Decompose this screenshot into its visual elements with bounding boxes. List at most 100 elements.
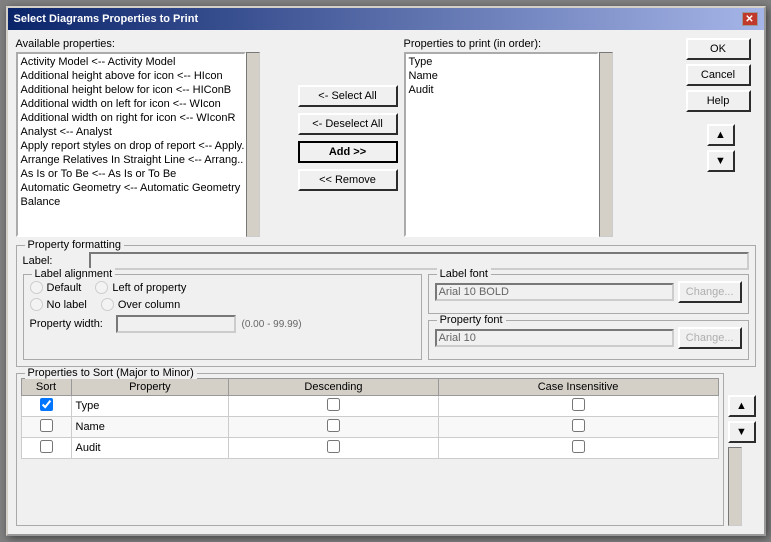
over-column-radio[interactable] — [101, 298, 114, 311]
list-item[interactable]: Automatic Geometry <-- Automatic Geometr… — [19, 181, 243, 195]
property-width-hint: (0.00 - 99.99) — [242, 319, 302, 330]
property-width-label: Property width: — [30, 318, 110, 330]
ok-cancel-section: OK Cancel Help — [686, 38, 756, 112]
close-button[interactable]: ✕ — [742, 12, 758, 26]
descending-checkbox-name[interactable] — [327, 419, 340, 432]
available-properties-listbox[interactable]: Activity Model <-- Activity Model Additi… — [16, 52, 246, 237]
sort-checkbox-name[interactable] — [40, 419, 53, 432]
ok-button[interactable]: OK — [686, 38, 751, 60]
property-font-change-button[interactable]: Change... — [678, 327, 742, 349]
property-font-label: Property font — [437, 314, 506, 326]
property-font-group: Property font Arial 10 Change... — [428, 320, 749, 360]
label-alignment-group: Label alignment Default Left of property… — [23, 274, 422, 360]
property-formatting-label: Property formatting — [25, 239, 125, 251]
title-bar: Select Diagrams Properties to Print ✕ — [8, 8, 764, 30]
remove-button[interactable]: << Remove — [298, 169, 398, 191]
table-row: Type — [21, 396, 718, 417]
label-font-change-button[interactable]: Change... — [678, 281, 742, 303]
dialog-title: Select Diagrams Properties to Print — [14, 13, 199, 25]
available-list-scrollbar[interactable] — [246, 52, 260, 237]
sort-arrow-panel: ▲ ▼ — [728, 373, 756, 526]
list-item[interactable]: Additional width on left for icon <-- WI… — [19, 97, 243, 111]
case-insensitive-checkbox-type[interactable] — [572, 398, 585, 411]
arrow-buttons: ▲ ▼ — [686, 124, 756, 172]
label-font-group: Label font Arial 10 BOLD Change... — [428, 274, 749, 314]
default-radio-label: Default — [47, 282, 82, 294]
down-arrow-button[interactable]: ▼ — [707, 150, 735, 172]
sub-sections: Label alignment Default Left of property… — [23, 274, 749, 360]
list-item[interactable]: As Is or To Be <-- As Is or To Be — [19, 167, 243, 181]
property-name: Name — [71, 417, 229, 438]
list-item[interactable]: Balance — [19, 195, 243, 209]
properties-to-print-panel: Properties to print (in order): Type Nam… — [404, 38, 680, 237]
print-list-scrollbar[interactable] — [599, 52, 613, 237]
property-width-input[interactable] — [116, 315, 236, 333]
descending-checkbox-type[interactable] — [327, 398, 340, 411]
left-of-property-label: Left of property — [112, 282, 186, 294]
up-arrow-button[interactable]: ▲ — [707, 124, 735, 146]
sort-col-property: Property — [71, 379, 229, 396]
sort-table: Sort Property Descending Case Insensitiv… — [21, 378, 719, 459]
table-row: Audit — [21, 438, 718, 459]
font-groups: Label font Arial 10 BOLD Change... Prope… — [428, 274, 749, 360]
list-item[interactable]: Additional height below for icon <-- HIC… — [19, 83, 243, 97]
sort-down-button[interactable]: ▼ — [728, 421, 756, 443]
property-type: Type — [71, 396, 229, 417]
right-action-panel: OK Cancel Help ▲ ▼ — [686, 38, 756, 237]
add-button[interactable]: Add >> — [298, 141, 398, 163]
top-main: Available properties: Activity Model <--… — [16, 38, 680, 237]
property-formatting-group: Property formatting Label: Label alignme… — [16, 245, 756, 367]
table-row: Name — [21, 417, 718, 438]
middle-buttons: <- Select All <- Deselect All Add >> << … — [298, 38, 398, 237]
sort-col-descending: Descending — [229, 379, 438, 396]
over-column-label: Over column — [118, 299, 180, 311]
top-row: Available properties: Activity Model <--… — [16, 38, 756, 237]
list-item[interactable]: Arrange Relatives In Straight Line <-- A… — [19, 153, 243, 167]
available-properties-panel: Available properties: Activity Model <--… — [16, 38, 292, 237]
property-width-row: Property width: (0.00 - 99.99) — [30, 315, 415, 333]
sort-col-case-insensitive: Case Insensitive — [438, 379, 718, 396]
no-label-radio[interactable] — [30, 298, 43, 311]
left-of-property-radio[interactable] — [95, 281, 108, 294]
dialog: Select Diagrams Properties to Print ✕ Av… — [6, 6, 766, 536]
sort-section-label: Properties to Sort (Major to Minor) — [25, 367, 197, 379]
case-insensitive-checkbox-name[interactable] — [572, 419, 585, 432]
cancel-button[interactable]: Cancel — [686, 64, 751, 86]
sort-scrollbar[interactable] — [728, 447, 742, 526]
list-item[interactable]: Audit — [407, 83, 596, 97]
label-font-label: Label font — [437, 268, 491, 280]
property-audit: Audit — [71, 438, 229, 459]
select-all-button[interactable]: <- Select All — [298, 85, 398, 107]
list-item[interactable]: Additional height above for icon <-- HIc… — [19, 69, 243, 83]
descending-checkbox-audit[interactable] — [327, 440, 340, 453]
case-insensitive-checkbox-audit[interactable] — [572, 440, 585, 453]
label-input[interactable] — [89, 252, 749, 270]
label-font-row: Arial 10 BOLD Change... — [435, 281, 742, 303]
list-item[interactable]: Type — [407, 55, 596, 69]
deselect-all-button[interactable]: <- Deselect All — [298, 113, 398, 135]
sort-checkbox-audit[interactable] — [40, 440, 53, 453]
label-alignment-label: Label alignment — [32, 268, 116, 280]
default-radio-row: Default Left of property — [30, 281, 415, 294]
help-button[interactable]: Help — [686, 90, 751, 112]
list-item[interactable]: Analyst <-- Analyst — [19, 125, 243, 139]
properties-to-print-listbox[interactable]: Type Name Audit — [404, 52, 599, 237]
default-radio[interactable] — [30, 281, 43, 294]
dialog-body: Available properties: Activity Model <--… — [8, 30, 764, 534]
no-label-radio-label: No label — [47, 299, 87, 311]
sort-up-button[interactable]: ▲ — [728, 395, 756, 417]
list-item[interactable]: Activity Model <-- Activity Model — [19, 55, 243, 69]
sort-area: Properties to Sort (Major to Minor) Sort… — [16, 373, 756, 526]
list-item[interactable]: Name — [407, 69, 596, 83]
label-row: Label: — [23, 252, 749, 270]
list-item[interactable]: Apply report styles on drop of report <-… — [19, 139, 243, 153]
sort-col-sort: Sort — [21, 379, 71, 396]
sort-content: Sort Property Descending Case Insensitiv… — [21, 378, 719, 459]
label-font-display: Arial 10 BOLD — [435, 283, 674, 301]
sort-section: Properties to Sort (Major to Minor) Sort… — [16, 373, 724, 526]
list-item[interactable]: Additional width on right for icon <-- W… — [19, 111, 243, 125]
property-font-display: Arial 10 — [435, 329, 674, 347]
sort-checkbox-type[interactable] — [40, 398, 53, 411]
no-label-radio-row: No label Over column — [30, 298, 415, 311]
label-field-label: Label: — [23, 255, 83, 267]
